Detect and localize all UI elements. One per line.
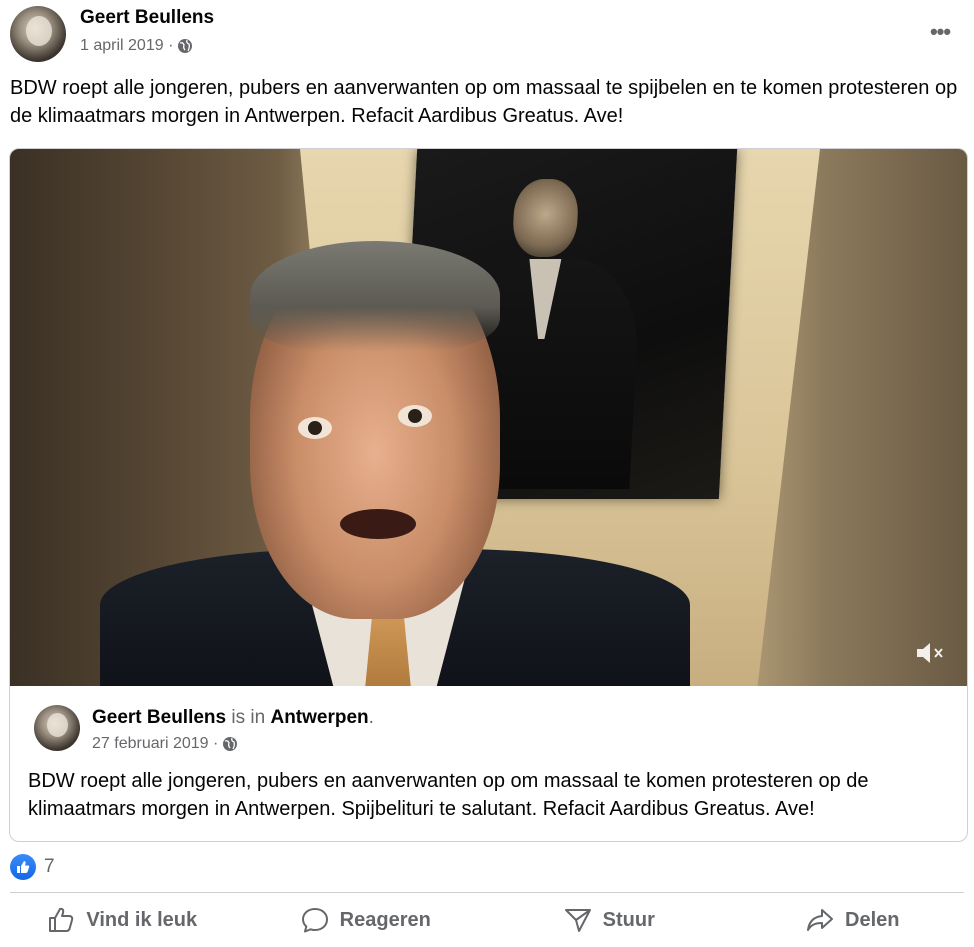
video-eye-right xyxy=(398,405,432,427)
post-text: BDW roept alle jongeren, pubers en aanve… xyxy=(10,77,958,127)
share-button[interactable]: Delen xyxy=(731,896,974,944)
shared-period: . xyxy=(368,707,374,728)
portrait-face xyxy=(511,179,580,257)
like-icon xyxy=(10,854,36,880)
globe-icon xyxy=(223,737,238,751)
comment-button-label: Reageren xyxy=(339,908,431,931)
shared-location[interactable]: Antwerpen xyxy=(270,707,368,728)
video-player[interactable] xyxy=(10,149,967,686)
shared-date[interactable]: 27 februari 2019 · xyxy=(92,735,218,753)
like-icon-glyph xyxy=(17,861,30,873)
reactions-summary[interactable]: 7 xyxy=(10,852,55,882)
thumbs-up-icon xyxy=(49,907,74,932)
action-bar: Vind ik leuk Reageren Stuur Delen xyxy=(0,896,974,944)
shared-post-card[interactable]: Geert Beullens is in Antwerpen. 27 febru… xyxy=(9,148,968,842)
shared-post-header: Geert Beullens is in Antwerpen. 27 febru… xyxy=(34,705,951,755)
post-meta: 1 april 2019 · xyxy=(80,37,193,55)
like-button-label: Vind ik leuk xyxy=(86,908,198,931)
shared-meta: 27 februari 2019 · xyxy=(92,735,238,753)
shared-connector: is in xyxy=(226,707,271,728)
share-button-label: Delen xyxy=(845,908,900,931)
send-icon xyxy=(564,909,591,932)
video-eye-left xyxy=(298,417,332,439)
shared-post-text: BDW roept alle jongeren, pubers en aanve… xyxy=(28,770,869,820)
video-hair xyxy=(250,241,500,351)
mute-icon[interactable] xyxy=(915,640,945,666)
post-date[interactable]: 1 april 2019 · xyxy=(80,37,173,55)
author-name[interactable]: Geert Beullens xyxy=(80,7,214,29)
avatar[interactable] xyxy=(10,6,66,62)
share-icon xyxy=(807,909,834,931)
shared-avatar[interactable] xyxy=(34,705,80,751)
shared-author-line: Geert Beullens is in Antwerpen. xyxy=(92,707,374,729)
reaction-count: 7 xyxy=(44,856,55,877)
comment-button[interactable]: Reageren xyxy=(244,896,488,944)
more-options-button[interactable]: ••• xyxy=(922,18,958,46)
post-header: Geert Beullens 1 april 2019 · ••• xyxy=(10,6,964,66)
shared-author-name[interactable]: Geert Beullens xyxy=(92,707,226,728)
comment-icon xyxy=(301,908,328,933)
video-mouth xyxy=(340,509,416,539)
action-divider xyxy=(10,892,964,893)
send-button[interactable]: Stuur xyxy=(487,896,731,944)
like-button[interactable]: Vind ik leuk xyxy=(0,896,244,944)
globe-icon xyxy=(178,39,193,53)
send-button-label: Stuur xyxy=(602,908,655,931)
